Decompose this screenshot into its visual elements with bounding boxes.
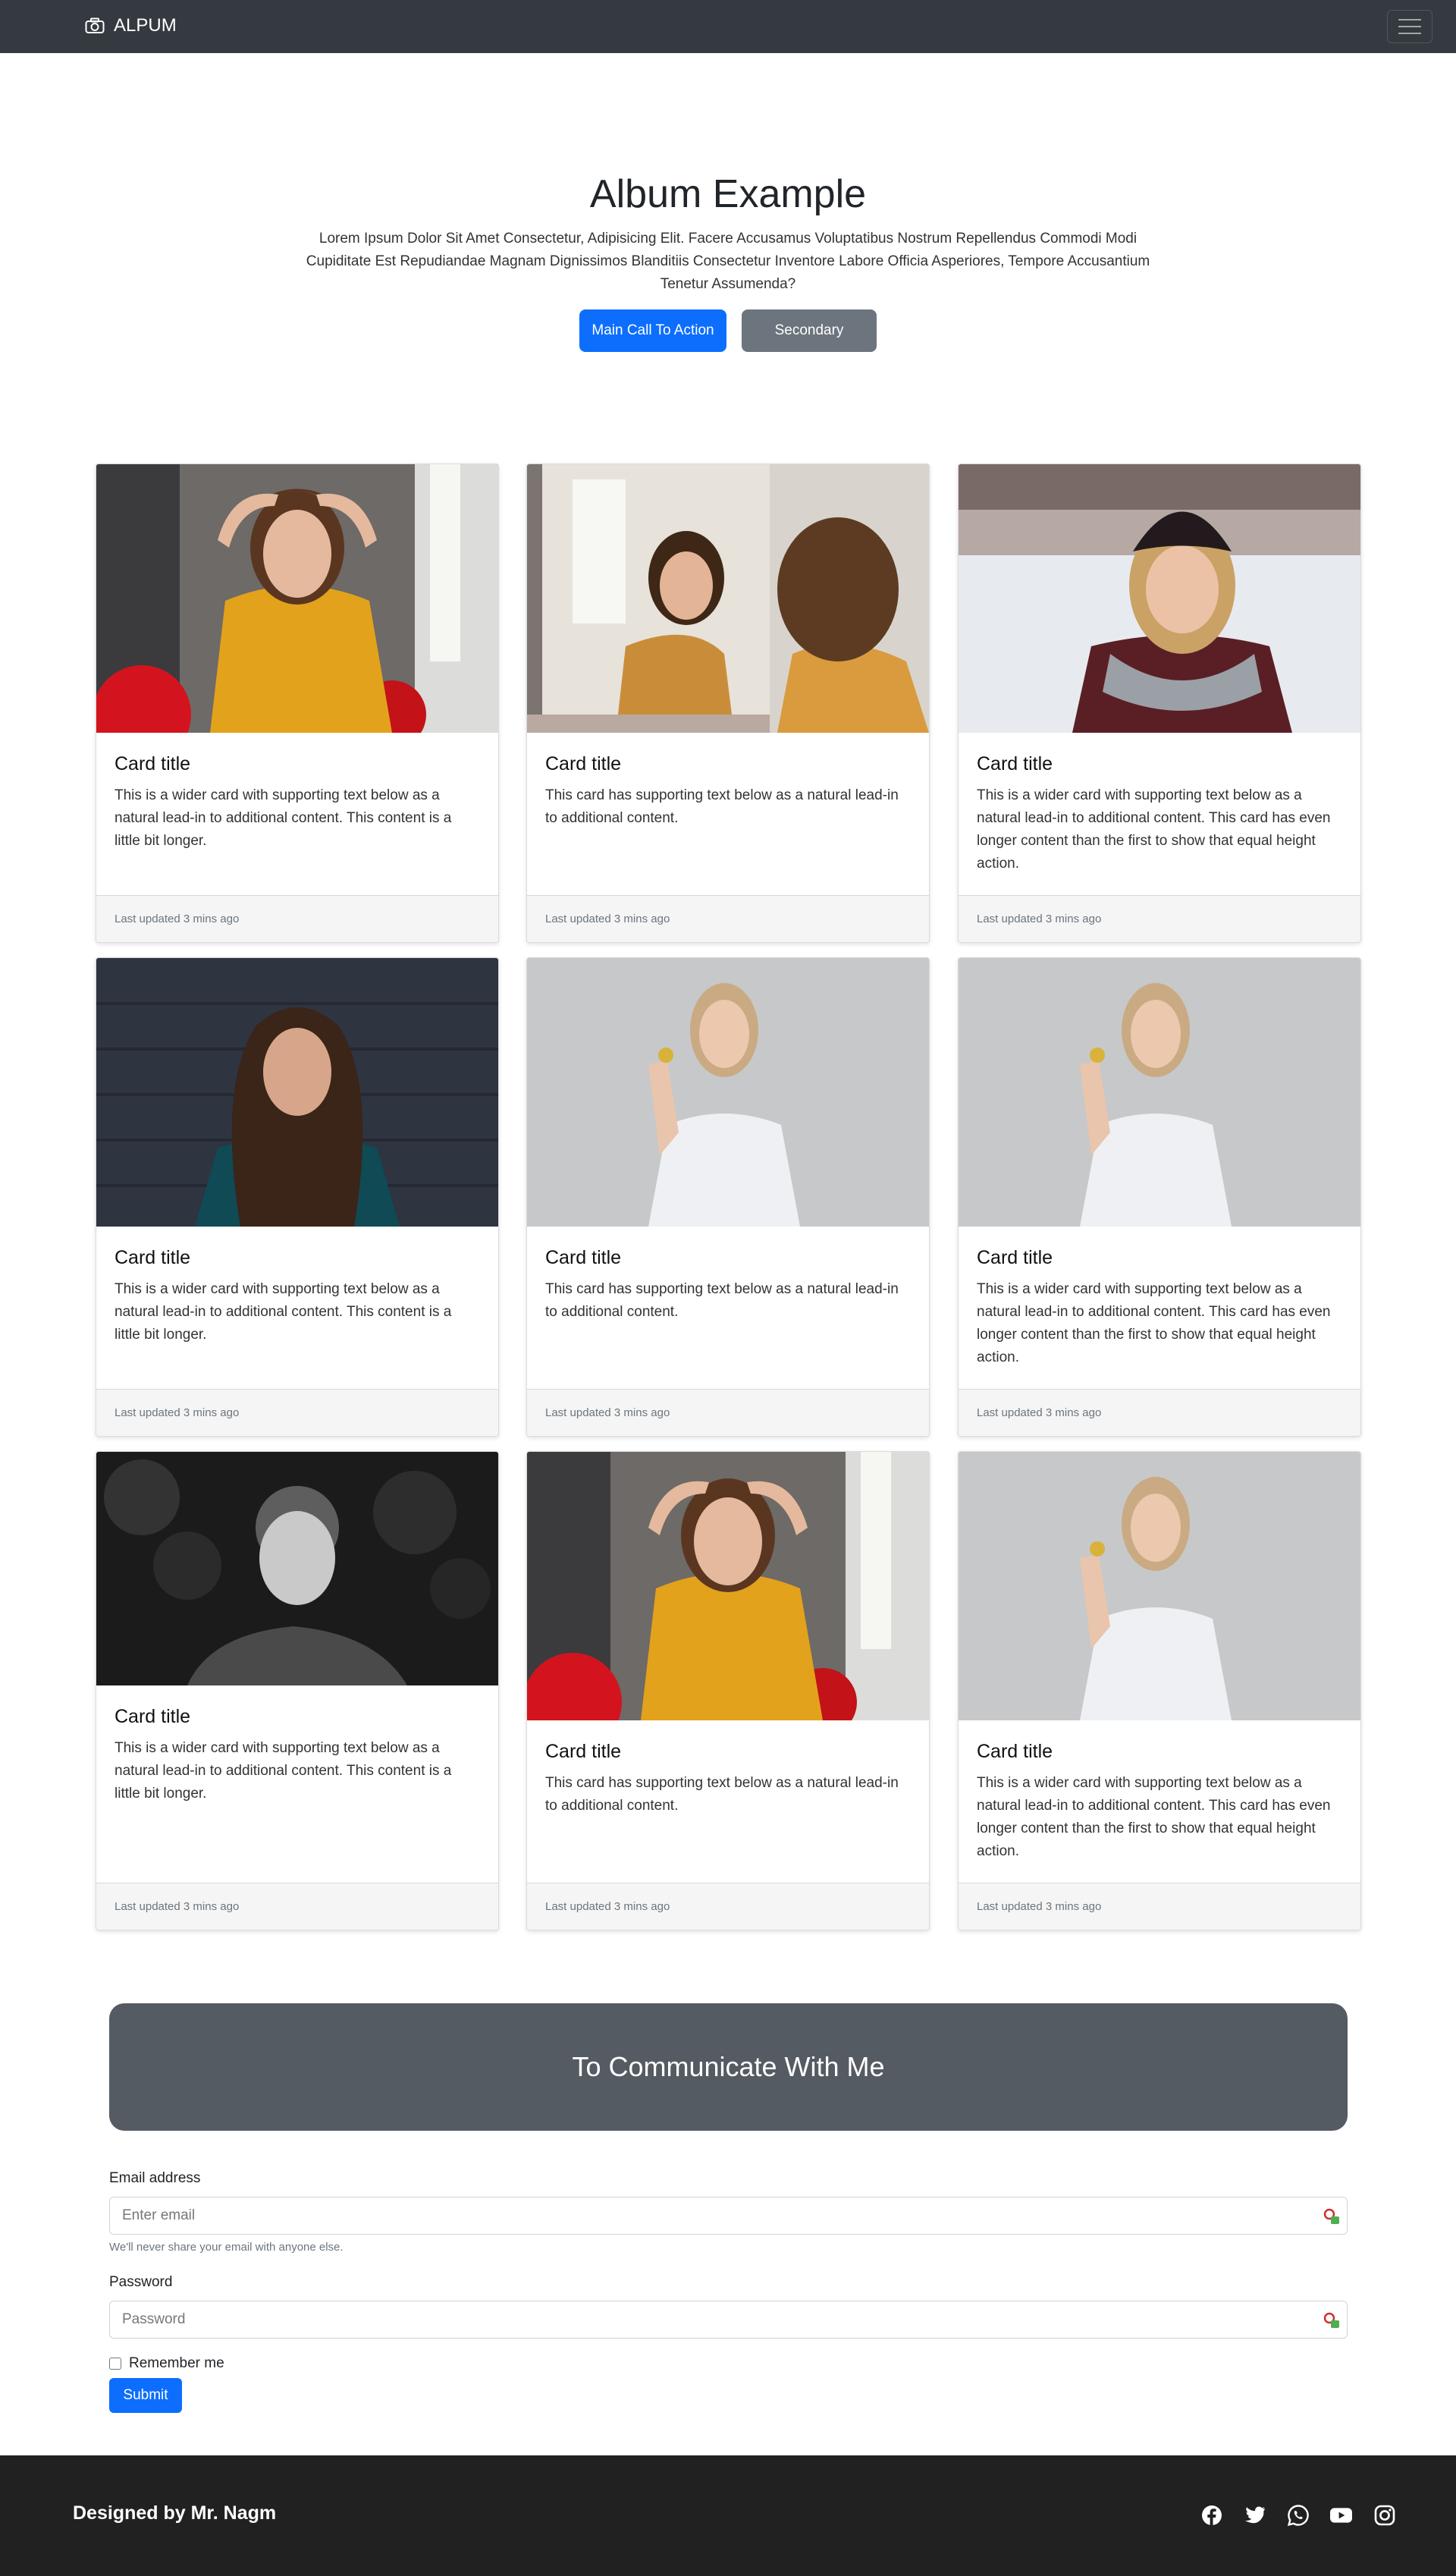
- email-placeholder: Enter email: [122, 2207, 196, 2223]
- card-footer: Last updated 3 mins ago: [527, 1389, 929, 1436]
- album-card: Card title This is a wider card with sup…: [958, 957, 1361, 1437]
- remember-me-label: Remember me: [129, 2355, 224, 2371]
- card-text: This is a wider card with supporting tex…: [977, 1281, 1331, 1365]
- contact-form: Email address Enter email We'll never sh…: [109, 2168, 1348, 2413]
- remember-me-checkbox[interactable]: [109, 2358, 121, 2370]
- main-call-to-action-button[interactable]: Main Call To Action: [579, 309, 726, 352]
- album-card: Card title This card has supporting text…: [526, 1451, 930, 1930]
- designed-by-text: Designed by Mr. Nagm: [73, 2502, 277, 2524]
- password-manager-icon[interactable]: [1323, 2207, 1341, 2226]
- password-manager-icon[interactable]: [1323, 2311, 1341, 2329]
- album-card: Card title This is a wider card with sup…: [96, 1451, 499, 1930]
- album-card: Card title This is a wider card with sup…: [96, 957, 499, 1437]
- brand-link[interactable]: ALPUM: [85, 15, 177, 36]
- navbar-toggler-button[interactable]: [1387, 10, 1432, 43]
- secondary-action-button[interactable]: Secondary Action: [742, 309, 877, 381]
- hero-lead: Lorem Ipsum Dolor Sit Amet Consectetur, …: [306, 231, 1150, 292]
- card-footer: Last updated 3 mins ago: [959, 895, 1360, 942]
- submit-button[interactable]: Submit: [109, 2378, 182, 2413]
- woman-yellow-shirt-red-chair-photo: [96, 464, 498, 733]
- woman-beanie-snow-photo: [959, 464, 1360, 733]
- woman-mirror-reflection-photo: [527, 464, 929, 733]
- card-title: Card title: [115, 1706, 191, 1727]
- card-footer: Last updated 3 mins ago: [96, 1389, 498, 1436]
- email-field[interactable]: Enter email: [109, 2197, 1348, 2235]
- woman-yellow-shirt-red-chair-photo: [527, 1452, 929, 1720]
- album-card: Card title This is a wider card with sup…: [96, 463, 499, 943]
- card-text: This is a wider card with supporting tex…: [115, 1281, 452, 1343]
- woman-brick-wall-photo: [96, 958, 498, 1227]
- password-label: Password: [109, 2274, 173, 2290]
- card-title: Card title: [545, 753, 622, 774]
- navbar: ALPUM: [0, 0, 1456, 53]
- woman-white-shirt-coin-photo: [527, 958, 929, 1227]
- album-card: Card title This card has supporting text…: [526, 957, 930, 1437]
- card-title: Card title: [977, 1741, 1053, 1762]
- whatsapp-icon[interactable]: [1287, 2504, 1309, 2526]
- card-text: This is a wider card with supporting tex…: [115, 787, 452, 849]
- hero-section: Album Example Lorem Ipsum Dolor Sit Amet…: [0, 167, 1456, 381]
- card-text: This is a wider card with supporting tex…: [977, 787, 1331, 872]
- card-text: This card has supporting text below as a…: [545, 1281, 899, 1320]
- card-footer: Last updated 3 mins ago: [959, 1883, 1360, 1930]
- hamburger-menu-icon: [1398, 19, 1421, 20]
- contact-heading: To Communicate With Me: [572, 2051, 885, 2082]
- card-title: Card title: [545, 1247, 622, 1268]
- woman-white-shirt-coin-photo: [959, 1452, 1360, 1720]
- card-text: This card has supporting text below as a…: [545, 1775, 899, 1814]
- twitter-icon[interactable]: [1244, 2504, 1266, 2526]
- card-title: Card title: [115, 1247, 191, 1268]
- card-footer: Last updated 3 mins ago: [527, 895, 929, 942]
- album-card: Card title This is a wider card with sup…: [958, 463, 1361, 943]
- card-title: Card title: [977, 1247, 1053, 1268]
- email-label: Email address: [109, 2170, 201, 2186]
- instagram-icon[interactable]: [1373, 2504, 1395, 2526]
- brand-name: ALPUM: [114, 15, 177, 36]
- remember-me-row[interactable]: Remember me: [109, 2355, 1348, 2372]
- youtube-icon[interactable]: [1330, 2504, 1352, 2526]
- password-placeholder: Password: [122, 2311, 186, 2327]
- card-title: Card title: [545, 1741, 622, 1762]
- woman-white-shirt-coin-photo: [959, 958, 1360, 1227]
- card-text: This is a wider card with supporting tex…: [977, 1775, 1331, 1859]
- card-title: Card title: [115, 753, 191, 774]
- card-title: Card title: [977, 753, 1053, 774]
- password-field[interactable]: Password: [109, 2301, 1348, 2339]
- camera-icon: [85, 17, 105, 33]
- card-footer: Last updated 3 mins ago: [527, 1883, 929, 1930]
- facebook-icon[interactable]: [1200, 2504, 1222, 2526]
- site-footer: Designed by Mr. Nagm: [0, 2455, 1456, 2576]
- email-help-text: We'll never share your email with anyone…: [109, 2241, 344, 2254]
- card-text: This card has supporting text below as a…: [545, 787, 899, 826]
- contact-heading-box: To Communicate With Me: [109, 2003, 1348, 2131]
- man-black-white-portrait-photo: [96, 1452, 498, 1685]
- social-links: [1200, 2504, 1395, 2526]
- card-text: This is a wider card with supporting tex…: [115, 1740, 452, 1802]
- card-footer: Last updated 3 mins ago: [96, 895, 498, 942]
- hero-title: Album Example: [589, 172, 867, 216]
- card-footer: Last updated 3 mins ago: [96, 1883, 498, 1930]
- album-card: Card title This card has supporting text…: [526, 463, 930, 943]
- card-footer: Last updated 3 mins ago: [959, 1389, 1360, 1436]
- album-card: Card title This is a wider card with sup…: [958, 1451, 1361, 1930]
